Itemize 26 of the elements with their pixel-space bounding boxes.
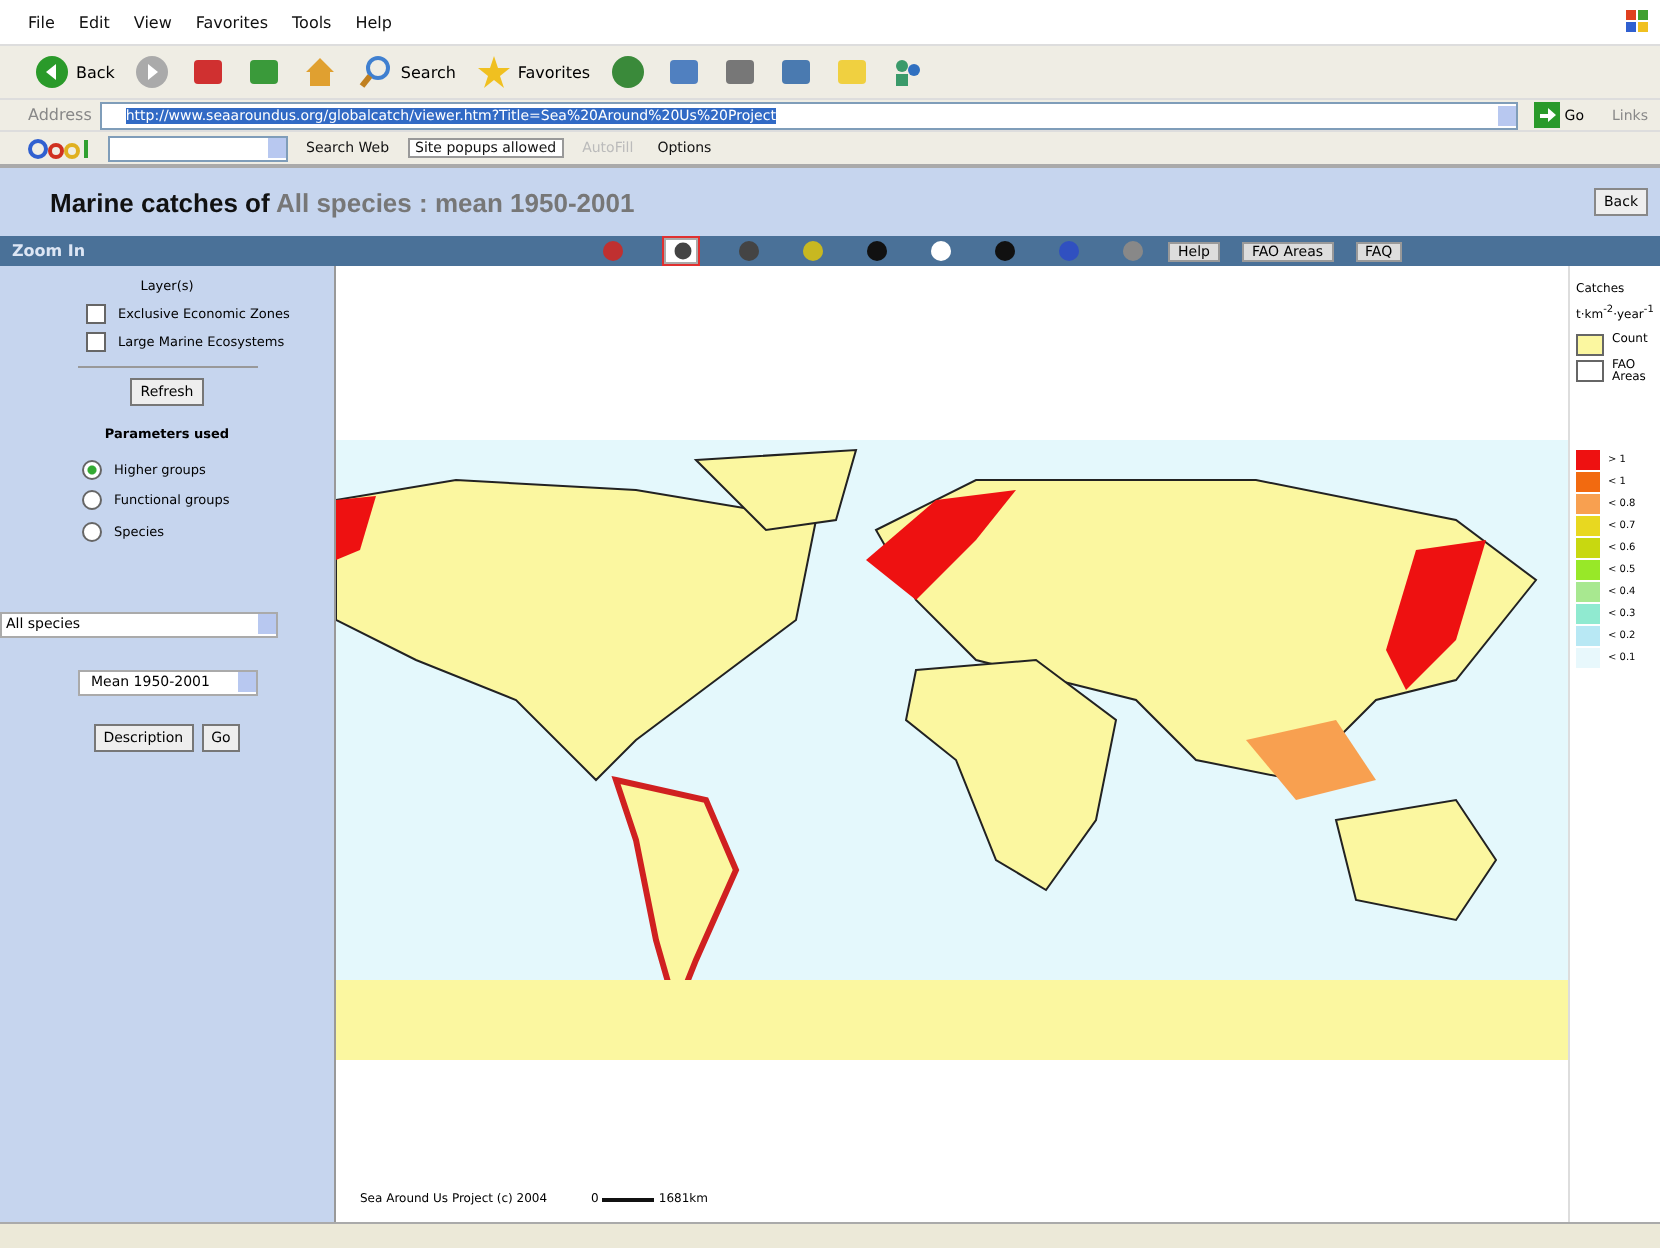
checkbox[interactable] — [86, 304, 106, 324]
address-label: Address — [28, 106, 92, 124]
toolbar-button[interactable]: Favorites — [469, 52, 597, 92]
menu-item[interactable]: Help — [355, 13, 392, 31]
radio-button[interactable] — [82, 459, 102, 480]
radio-button[interactable] — [82, 490, 102, 511]
windows-logo-icon — [1624, 8, 1652, 36]
star-icon — [475, 54, 512, 90]
map-tool-icon[interactable] — [664, 238, 698, 264]
menu-item[interactable]: Edit — [78, 13, 110, 31]
toolbar-button[interactable]: Back — [28, 52, 121, 92]
search-field[interactable] — [108, 135, 288, 161]
checkbox[interactable] — [86, 332, 106, 352]
page-title: Marine catches of All species : mean 1950-2001 — [50, 187, 635, 217]
map-tool-icon[interactable] — [928, 238, 954, 264]
search-icon — [358, 54, 395, 90]
menu-item[interactable]: View — [133, 13, 172, 31]
arrow-icon — [1534, 102, 1561, 128]
mode-label: Zoom In — [10, 242, 88, 260]
radio-button[interactable] — [82, 521, 102, 542]
dropdown-icon[interactable] — [1498, 105, 1517, 125]
menu-item[interactable]: Tools — [292, 13, 332, 31]
menu-item[interactable]: Favorites — [195, 13, 269, 31]
menu-item[interactable]: File — [28, 13, 55, 31]
toolbar-button[interactable]: Search — [352, 52, 462, 92]
scale-bar — [602, 1197, 655, 1201]
